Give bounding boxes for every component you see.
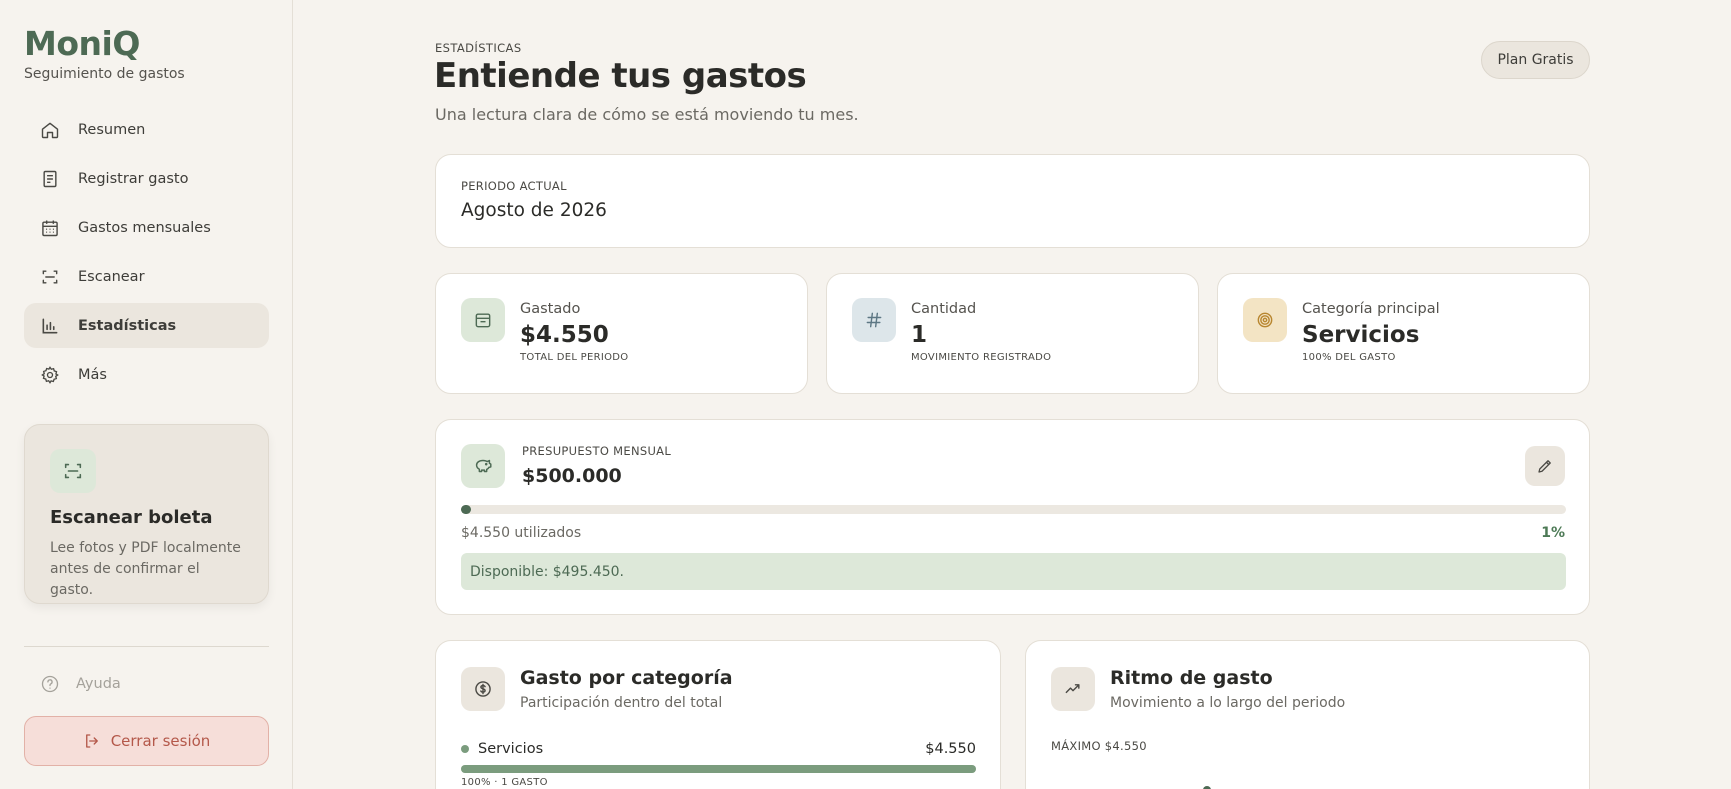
brand-subtitle: Seguimiento de gastos (24, 66, 185, 82)
stat-card-spent: Gastado $4.550 TOTAL DEL PERIODO (435, 273, 808, 394)
piggy-bank-icon (461, 444, 505, 488)
home-icon (40, 120, 60, 140)
trending-up-icon (1051, 667, 1095, 711)
calendar-icon (40, 218, 60, 238)
stat-caption: MOVIMIENTO REGISTRADO (911, 352, 1052, 363)
divider (24, 646, 269, 647)
hash-icon (852, 298, 896, 342)
scan-icon (50, 449, 96, 493)
plan-badge-button[interactable]: Plan Gratis (1481, 41, 1590, 79)
logout-button[interactable]: Cerrar sesión (24, 716, 269, 766)
dollar-circle-icon (461, 667, 505, 711)
bar-chart-icon (40, 316, 60, 336)
sidebar-nav: Resumen Registrar gasto Gastos mensuales… (24, 107, 269, 401)
stat-label: Categoría principal (1302, 301, 1440, 317)
current-period-card: PERIODO ACTUAL Agosto de 2026 (435, 154, 1590, 248)
category-share-bar (461, 765, 976, 773)
spend-rhythm-panel: Ritmo de gasto Movimiento a lo largo del… (1025, 640, 1590, 789)
period-value: Agosto de 2026 (461, 200, 607, 221)
budget-percent: 1% (1541, 525, 1565, 541)
budget-used-text: $4.550 utilizados (461, 525, 582, 541)
budget-available-banner: Disponible: $495.450. (461, 553, 1566, 590)
brand-logo[interactable]: MoniQ (24, 24, 185, 64)
stat-caption: TOTAL DEL PERIODO (520, 352, 629, 363)
scan-icon (40, 267, 60, 287)
page-title: Entiende tus gastos (434, 56, 807, 96)
scan-card-title: Escanear boleta (50, 507, 213, 528)
monthly-budget-card: PRESUPUESTO MENSUAL $500.000 $4.550 util… (435, 419, 1590, 615)
sidebar-item-estadisticas[interactable]: Estadísticas (24, 303, 269, 348)
help-link[interactable]: Ayuda (40, 674, 121, 694)
budget-label: PRESUPUESTO MENSUAL (522, 444, 672, 458)
period-label: PERIODO ACTUAL (461, 179, 567, 193)
receipt-icon (40, 169, 60, 189)
scan-card-description: Lee fotos y PDF localmente antes de conf… (50, 540, 241, 598)
scan-receipt-card[interactable]: Escanear boleta Lee fotos y PDF localmen… (24, 424, 269, 604)
sidebar-item-label: Resumen (78, 121, 146, 138)
stat-label: Cantidad (911, 301, 977, 317)
target-icon (1243, 298, 1287, 342)
wallet-icon (461, 298, 505, 342)
gear-icon (40, 365, 60, 385)
category-spend-panel: Gasto por categoría Participación dentro… (435, 640, 1001, 789)
sidebar-item-resumen[interactable]: Resumen (24, 107, 269, 152)
category-amount: $4.550 (925, 741, 976, 757)
category-row[interactable]: Servicios $4.550 (461, 741, 976, 757)
budget-progress-fill (461, 505, 472, 514)
category-name: Servicios (478, 741, 544, 757)
help-label: Ayuda (76, 676, 121, 692)
stat-card-top-category: Categoría principal Servicios 100% DEL G… (1217, 273, 1590, 394)
sidebar-item-label: Más (78, 366, 107, 383)
page-eyebrow: ESTADÍSTICAS (435, 41, 522, 55)
category-share-fill (461, 765, 976, 773)
sidebar-item-label: Registrar gasto (78, 170, 189, 187)
stat-label: Gastado (520, 301, 581, 317)
pencil-icon (1536, 457, 1554, 475)
help-circle-icon (40, 674, 60, 694)
sidebar: MoniQ Seguimiento de gastos Resumen Regi… (0, 0, 293, 789)
stat-card-count: Cantidad 1 MOVIMIENTO REGISTRADO (826, 273, 1199, 394)
category-meta: 100% · 1 GASTO (461, 777, 548, 788)
sidebar-item-label: Estadísticas (78, 317, 177, 334)
stat-caption: 100% DEL GASTO (1302, 352, 1396, 363)
panel-subtitle: Participación dentro del total (520, 695, 723, 711)
chart-max-label: MÁXIMO $4.550 (1051, 739, 1147, 753)
page-subtitle: Una lectura clara de cómo se está movien… (435, 105, 859, 124)
panel-title: Ritmo de gasto (1110, 667, 1273, 689)
logout-label: Cerrar sesión (110, 732, 211, 750)
panel-subtitle: Movimiento a lo largo del periodo (1110, 695, 1346, 711)
sidebar-item-mas[interactable]: Más (24, 352, 269, 397)
logout-icon (83, 732, 101, 750)
sidebar-item-registrar-gasto[interactable]: Registrar gasto (24, 156, 269, 201)
budget-progress-bar (461, 505, 1566, 514)
stat-value: Servicios (1302, 322, 1420, 348)
sidebar-item-label: Gastos mensuales (78, 219, 211, 236)
brand: MoniQ Seguimiento de gastos (24, 24, 185, 82)
sidebar-item-gastos-mensuales[interactable]: Gastos mensuales (24, 205, 269, 250)
edit-budget-button[interactable] (1525, 446, 1565, 486)
panel-title: Gasto por categoría (520, 667, 733, 689)
stat-value: $4.550 (520, 322, 609, 348)
sidebar-item-escanear[interactable]: Escanear (24, 254, 269, 299)
spend-rhythm-chart (1203, 786, 1211, 789)
stat-value: 1 (911, 322, 928, 348)
budget-value: $500.000 (522, 465, 622, 487)
sidebar-item-label: Escanear (78, 268, 145, 285)
category-dot (461, 745, 469, 753)
